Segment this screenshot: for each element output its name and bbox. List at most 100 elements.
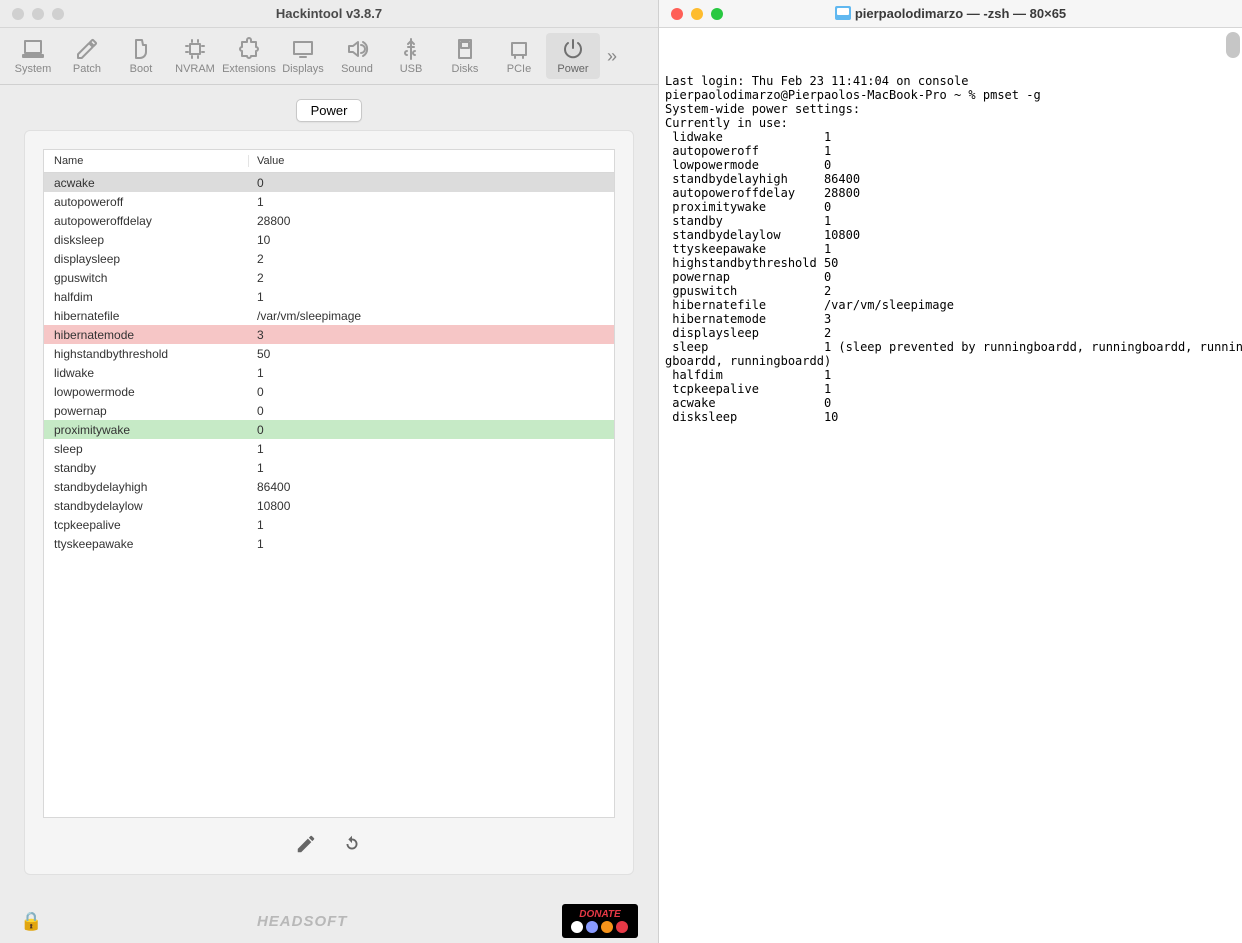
toolbar-label: System (15, 63, 52, 75)
cell-value: 2 (249, 252, 614, 266)
zoom-icon[interactable] (52, 8, 64, 20)
terminal-titlebar[interactable]: pierpaolodimarzo — -zsh — 80×65 (659, 0, 1242, 28)
traffic-lights-inactive[interactable] (0, 8, 64, 20)
cell-name: acwake (44, 176, 249, 190)
toolbar-label: PCIe (507, 63, 531, 75)
toolbar-system[interactable]: System (6, 33, 60, 79)
pci-icon (507, 37, 531, 61)
table-row[interactable]: hibernatemode3 (44, 325, 614, 344)
scrollbar-thumb[interactable] (1226, 32, 1240, 58)
table-row[interactable]: displaysleep2 (44, 249, 614, 268)
tab-power[interactable]: Power (296, 99, 363, 122)
donate-label: DONATE (579, 909, 620, 920)
zoom-icon[interactable] (711, 8, 723, 20)
cell-name: halfdim (44, 290, 249, 304)
cell-value: 2 (249, 271, 614, 285)
display-icon (291, 37, 315, 61)
close-icon[interactable] (671, 8, 683, 20)
hackintool-window: Hackintool v3.8.7 System Patch BootNVRAMEx… (0, 0, 658, 943)
hackintool-title: Hackintool v3.8.7 (0, 6, 658, 21)
toolbar-sound[interactable]: Sound (330, 33, 384, 79)
table-row[interactable]: tcpkeepalive1 (44, 515, 614, 534)
toolbar-boot[interactable]: Boot (114, 33, 168, 79)
puzzle-icon (237, 37, 261, 61)
toolbar-extensions[interactable]: Extensions (222, 33, 276, 79)
table-row[interactable]: halfdim1 (44, 287, 614, 306)
table-row[interactable]: lidwake1 (44, 363, 614, 382)
terminal-content[interactable]: Last login: Thu Feb 23 11:41:04 on conso… (659, 28, 1242, 943)
table-row[interactable]: gpuswitch2 (44, 268, 614, 287)
toolbar-displays[interactable]: Displays (276, 33, 330, 79)
cell-value: 1 (249, 195, 614, 209)
table-row[interactable]: highstandbythreshold50 (44, 344, 614, 363)
table-row[interactable]: acwake0 (44, 173, 614, 192)
minimize-icon[interactable] (691, 8, 703, 20)
table-row[interactable]: sleep1 (44, 439, 614, 458)
folder-icon (835, 6, 851, 20)
lock-icon[interactable]: 🔒 (20, 911, 42, 932)
table-body[interactable]: acwake0autopoweroff1autopoweroffdelay288… (44, 173, 614, 817)
cell-name: tcpkeepalive (44, 518, 249, 532)
pencil-icon (295, 833, 317, 855)
cell-value: 86400 (249, 480, 614, 494)
hackintool-footer: 🔒 HEADSOFT DONATE (0, 899, 658, 943)
toolbar-patch[interactable]: Patch (60, 33, 114, 79)
edit-button[interactable] (294, 832, 318, 856)
table-header: Name Value (44, 150, 614, 173)
table-row[interactable]: powernap0 (44, 401, 614, 420)
toolbar-power[interactable]: Power (546, 33, 600, 79)
table-row[interactable]: lowpowermode0 (44, 382, 614, 401)
cell-name: disksleep (44, 233, 249, 247)
cell-value: 0 (249, 176, 614, 190)
table-row[interactable]: standbydelaylow10800 (44, 496, 614, 515)
monero-icon (616, 921, 628, 933)
cell-value: 1 (249, 518, 614, 532)
donate-button[interactable]: DONATE (562, 904, 638, 938)
cell-value: 1 (249, 366, 614, 380)
table-row[interactable]: proximitywake0 (44, 420, 614, 439)
header-value[interactable]: Value (249, 155, 614, 167)
toolbar-label: Displays (282, 63, 324, 75)
traffic-lights-active[interactable] (659, 8, 723, 20)
hackintool-titlebar[interactable]: Hackintool v3.8.7 (0, 0, 658, 28)
close-icon[interactable] (12, 8, 24, 20)
table-row[interactable]: standby1 (44, 458, 614, 477)
table-actions (43, 818, 615, 856)
table-row[interactable]: disksleep10 (44, 230, 614, 249)
toolbar-label: Patch (73, 63, 101, 75)
cell-value: 1 (249, 537, 614, 551)
toolbar-pcie[interactable]: PCIe (492, 33, 546, 79)
cell-name: ttyskeepawake (44, 537, 249, 551)
power-icon (561, 37, 585, 61)
cell-value: 1 (249, 442, 614, 456)
toolbar-label: Disks (452, 63, 479, 75)
header-name[interactable]: Name (44, 155, 249, 167)
table-row[interactable]: ttyskeepawake1 (44, 534, 614, 553)
table-row[interactable]: hibernatefile/var/vm/sleepimage (44, 306, 614, 325)
toolbar-overflow[interactable]: » (600, 46, 624, 67)
toolbar-disks[interactable]: Disks (438, 33, 492, 79)
refresh-button[interactable] (340, 832, 364, 856)
table-row[interactable]: autopoweroffdelay28800 (44, 211, 614, 230)
cell-value: 0 (249, 423, 614, 437)
toolbar-nvram[interactable]: NVRAM (168, 33, 222, 79)
table-row[interactable]: autopoweroff1 (44, 192, 614, 211)
cell-name: sleep (44, 442, 249, 456)
minimize-icon[interactable] (32, 8, 44, 20)
paypal-icon (571, 921, 583, 933)
toolbar-usb[interactable]: USB (384, 33, 438, 79)
cell-name: standbydelayhigh (44, 480, 249, 494)
cell-name: gpuswitch (44, 271, 249, 285)
table-row[interactable]: standbydelayhigh86400 (44, 477, 614, 496)
toolbar-label: Extensions (222, 63, 276, 75)
cell-value: /var/vm/sleepimage (249, 309, 614, 323)
monitor-icon (21, 37, 45, 61)
power-table: Name Value acwake0autopoweroff1autopower… (43, 149, 615, 818)
usb-icon (399, 37, 423, 61)
bitcoin-icon (601, 921, 613, 933)
donate-coins (571, 921, 628, 933)
toolbar-label: USB (400, 63, 423, 75)
chip-icon (183, 37, 207, 61)
cell-value: 1 (249, 290, 614, 304)
terminal-window: pierpaolodimarzo — -zsh — 80×65 Last log… (658, 0, 1242, 943)
